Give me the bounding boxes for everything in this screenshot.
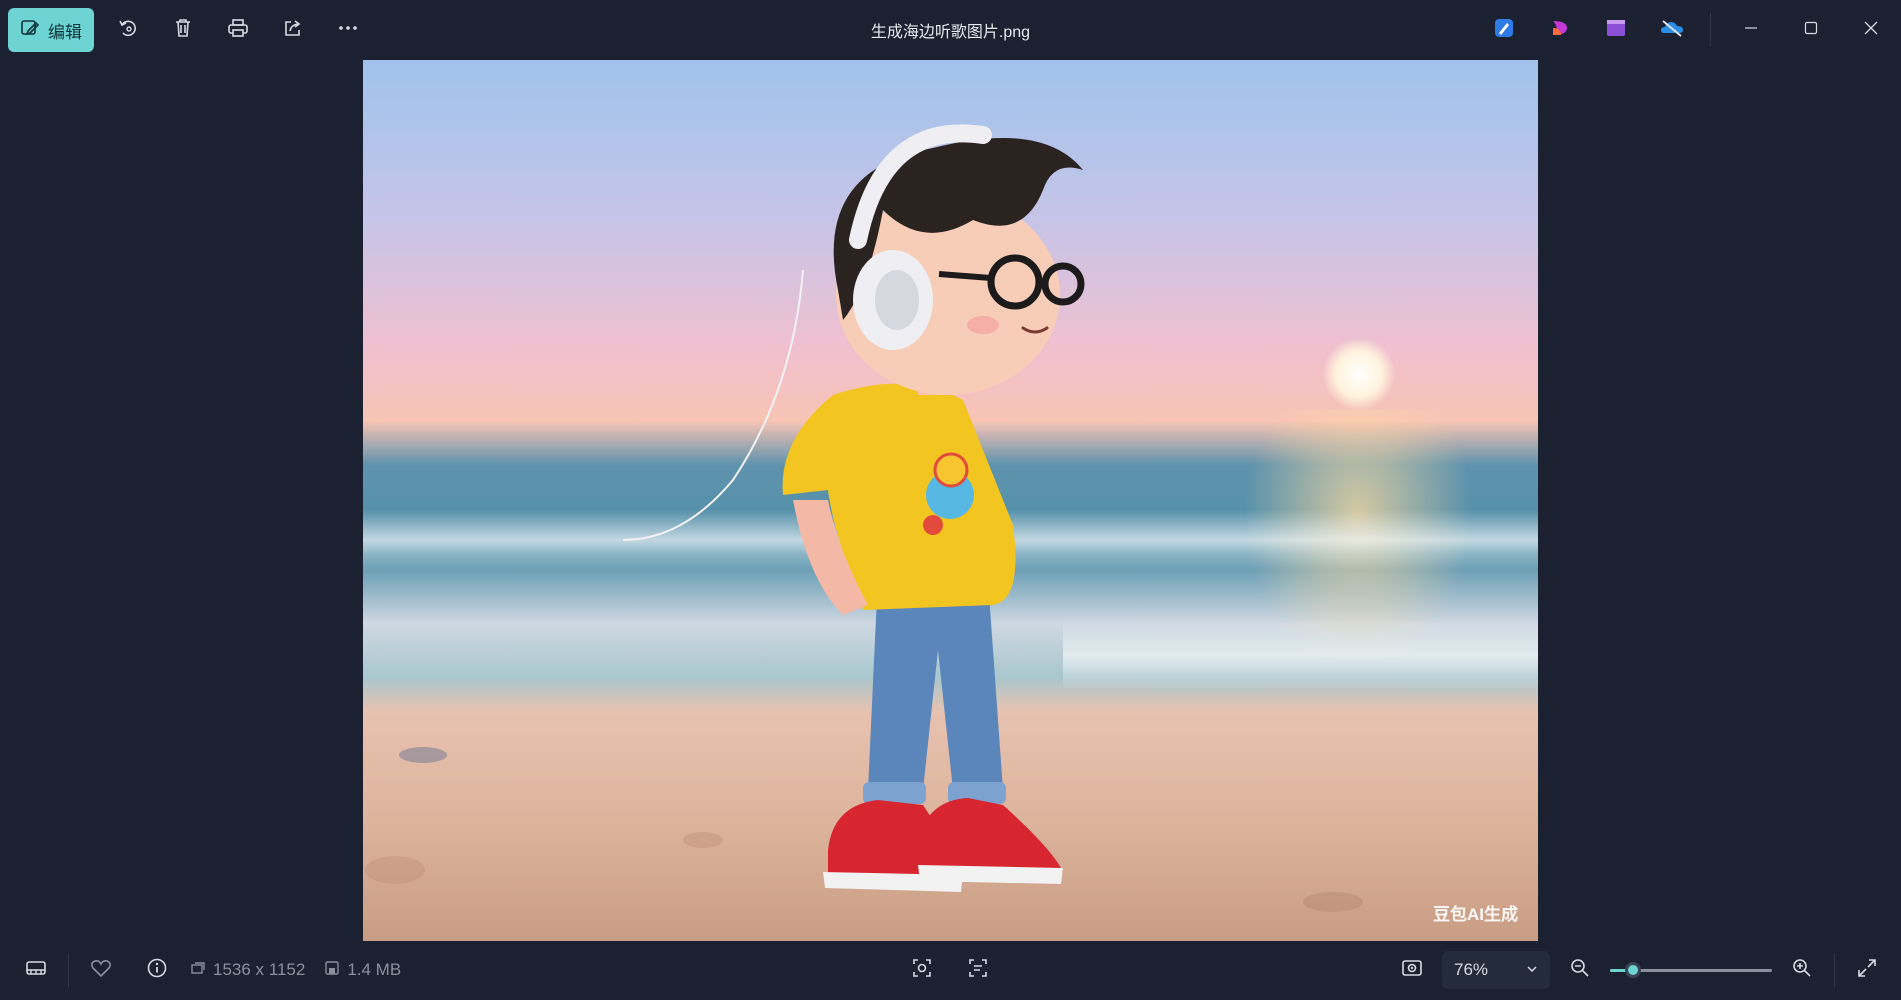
minimize-icon	[1744, 21, 1758, 40]
maximize-button[interactable]	[1781, 0, 1841, 60]
status-divider	[68, 953, 69, 987]
disk-icon	[323, 959, 341, 982]
zoom-slider[interactable]	[1610, 960, 1772, 980]
onedrive-icon	[1660, 17, 1684, 44]
cartoon-boy-figure	[365, 124, 1363, 912]
zoom-in-button[interactable]	[1780, 948, 1824, 992]
dimensions-icon	[189, 959, 207, 982]
more-icon	[337, 17, 359, 44]
print-icon	[227, 17, 249, 44]
print-button[interactable]	[216, 8, 260, 52]
fullscreen-button[interactable]	[1845, 948, 1889, 992]
visual-search-icon	[911, 957, 933, 984]
zoom-level: 76%	[1454, 960, 1489, 979]
designer-button[interactable]	[1482, 8, 1526, 52]
chevron-down-icon	[1526, 960, 1538, 980]
rotate-button[interactable]	[106, 8, 150, 52]
rotate-icon	[117, 17, 139, 44]
share-icon	[282, 17, 304, 44]
maximize-icon	[1804, 21, 1818, 40]
image-dimensions: 1536 x 1152	[213, 960, 306, 979]
video-editor-icon	[1605, 17, 1627, 44]
zoom-out-icon	[1569, 957, 1591, 984]
info-icon	[146, 957, 168, 984]
onedrive-button[interactable]	[1650, 8, 1694, 52]
clipchamp-button[interactable]	[1538, 8, 1582, 52]
share-button[interactable]	[271, 8, 315, 52]
ai-watermark: 豆包AI生成	[1433, 905, 1518, 924]
filmstrip-icon	[25, 957, 47, 984]
info-button[interactable]	[135, 948, 179, 992]
image-metadata: 1536 x 1152 1.4 MB	[189, 959, 401, 982]
favorite-button[interactable]	[79, 948, 123, 992]
status-divider-right	[1834, 953, 1835, 987]
title-divider	[1710, 13, 1711, 47]
title-bar: 编辑 生成海边听歌图片.png	[0, 0, 1901, 60]
expand-icon	[1856, 957, 1878, 984]
extract-text-button[interactable]	[956, 948, 1000, 992]
close-icon	[1864, 21, 1878, 40]
edit-label: 编辑	[48, 22, 82, 42]
clipchamp-icon	[1549, 17, 1571, 44]
image-canvas[interactable]: 豆包AI生成	[363, 60, 1538, 941]
zoom-slider-thumb[interactable]	[1624, 962, 1641, 978]
visual-search-button[interactable]	[900, 948, 944, 992]
zoom-out-button[interactable]	[1558, 948, 1602, 992]
status-bar: 1536 x 1152 1.4 MB 76%	[0, 940, 1901, 1000]
fit-to-window-button[interactable]	[1390, 948, 1434, 992]
more-button[interactable]	[326, 8, 370, 52]
delete-button[interactable]	[161, 8, 205, 52]
fit-screen-icon	[1401, 957, 1423, 984]
edit-button[interactable]: 编辑	[8, 8, 94, 52]
delete-icon	[172, 17, 194, 44]
designer-icon	[1493, 17, 1515, 44]
edit-icon	[20, 18, 40, 43]
zoom-in-icon	[1791, 957, 1813, 984]
minimize-button[interactable]	[1721, 0, 1781, 60]
heart-icon	[90, 957, 112, 984]
extract-text-icon	[967, 957, 989, 984]
zoom-dropdown[interactable]: 76%	[1442, 951, 1550, 989]
close-button[interactable]	[1841, 0, 1901, 60]
filmstrip-button[interactable]	[14, 948, 58, 992]
file-size: 1.4 MB	[347, 960, 402, 979]
video-editor-button[interactable]	[1594, 8, 1638, 52]
